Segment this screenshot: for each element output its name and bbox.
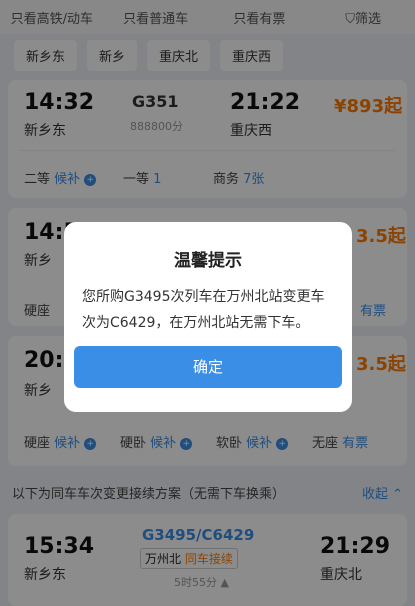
tip-dialog: 温馨提示 您所购G3495次列车在万州北站变更车次为C6429，在万州北站无需下… (64, 222, 352, 412)
dialog-message: 您所购G3495次列车在万州北站变更车次为C6429，在万州北站无需下车。 (82, 289, 325, 331)
dialog-title: 温馨提示 (174, 251, 242, 271)
confirm-button[interactable]: 确定 (74, 346, 342, 388)
